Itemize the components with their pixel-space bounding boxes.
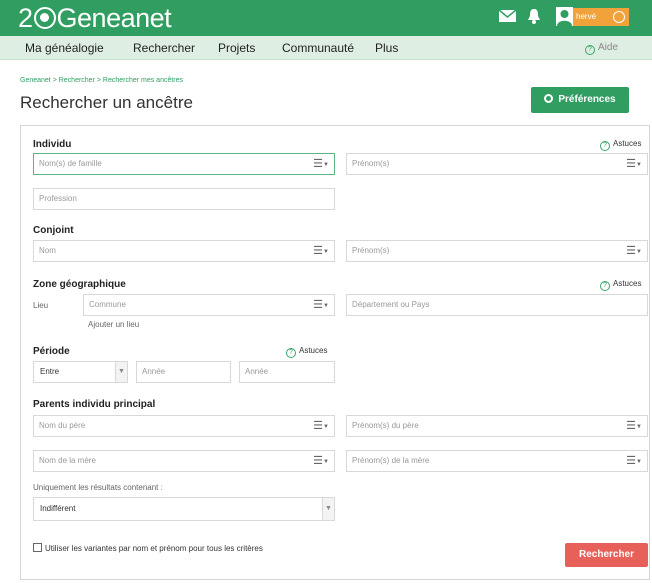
pere-prenom-field[interactable]: Prénom(s) du père ☰▼ xyxy=(346,415,648,437)
list-menu-icon[interactable]: ☰▼ xyxy=(621,154,647,174)
list-menu-icon[interactable]: ☰▼ xyxy=(621,241,647,261)
departement-field[interactable]: Département ou Pays xyxy=(346,294,648,316)
menu-item-genealogie[interactable]: Ma généalogie xyxy=(25,41,104,55)
section-conjoint: Conjoint xyxy=(33,225,74,236)
list-menu-icon[interactable]: ☰▼ xyxy=(308,451,334,471)
help-icon: ? xyxy=(600,141,610,151)
pere-nom-field[interactable]: Nom du père ☰▼ xyxy=(33,415,335,437)
conjoint-nom-field[interactable]: Nom ☰▼ xyxy=(33,240,335,262)
help-icon: ? xyxy=(600,281,610,291)
section-periode: Période xyxy=(33,346,70,357)
astuces-zone-link[interactable]: ? Astuces xyxy=(600,279,641,291)
section-parents: Parents individu principal xyxy=(33,399,156,410)
lieu-label: Lieu xyxy=(33,301,49,310)
chevron-down-icon[interactable]: ▼ xyxy=(115,362,127,382)
main-menu: Ma généalogie Rechercher Projets Communa… xyxy=(0,36,652,60)
chevron-down-icon[interactable]: ▼ xyxy=(322,498,334,520)
list-menu-icon[interactable]: ☰▼ xyxy=(308,154,334,174)
logo-at-icon xyxy=(33,7,56,29)
list-menu-icon[interactable]: ☰▼ xyxy=(308,295,334,315)
commune-field[interactable]: Commune ☰▼ xyxy=(83,294,335,316)
user-name: hervé xyxy=(576,12,597,21)
section-zone: Zone géographique xyxy=(33,279,126,290)
menu-item-plus[interactable]: Plus xyxy=(375,41,398,55)
user-badge[interactable]: hervé xyxy=(573,8,629,26)
mere-nom-field[interactable]: Nom de la mère ☰▼ xyxy=(33,450,335,472)
annee-fin-field[interactable]: Année xyxy=(239,361,335,383)
breadcrumb[interactable]: Geneanet > Rechercher > Rechercher mes a… xyxy=(20,77,183,84)
prenom-field[interactable]: Prénom(s) ☰▼ xyxy=(346,153,648,175)
gear-icon xyxy=(544,94,554,103)
mail-icon[interactable] xyxy=(499,10,516,22)
rechercher-button[interactable]: Rechercher xyxy=(565,543,648,567)
avatar[interactable] xyxy=(556,7,573,26)
page-title: Rechercher un ancêtre xyxy=(20,93,193,112)
list-menu-icon[interactable]: ☰▼ xyxy=(621,416,647,436)
astuces-individu-link[interactable]: ? Astuces xyxy=(600,139,641,151)
list-menu-icon[interactable]: ☰▼ xyxy=(308,416,334,436)
variantes-option[interactable]: Utiliser les variantes par nom et prénom… xyxy=(33,543,263,553)
bell-icon[interactable] xyxy=(527,8,541,24)
aide-link[interactable]: ? Aide xyxy=(585,42,618,55)
section-individu: Individu xyxy=(33,139,72,150)
menu-item-rechercher[interactable]: Rechercher xyxy=(133,41,195,55)
help-icon: ? xyxy=(585,45,595,55)
annee-debut-field[interactable]: Année xyxy=(136,361,231,383)
filter-select[interactable]: Indifférent ▼ xyxy=(33,497,335,521)
nom-famille-field[interactable]: Nom(s) de famille ☰▼ xyxy=(33,153,335,175)
list-menu-icon[interactable]: ☰▼ xyxy=(621,451,647,471)
variantes-label: Utiliser les variantes par nom et prénom… xyxy=(45,544,263,553)
preferences-button[interactable]: Préférences xyxy=(531,87,629,113)
top-bar: 2 Geneanet hervé xyxy=(0,0,652,36)
astuces-periode-link[interactable]: ? Astuces xyxy=(286,346,327,358)
list-menu-icon[interactable]: ☰▼ xyxy=(308,241,334,261)
profession-field[interactable]: Profession xyxy=(33,188,335,210)
variantes-checkbox[interactable] xyxy=(33,543,42,552)
geneanet-logo[interactable]: 2 Geneanet xyxy=(18,3,172,33)
help-icon: ? xyxy=(286,348,296,358)
periode-mode-select[interactable]: Entre ▼ xyxy=(33,361,128,383)
menu-item-communaute[interactable]: Communauté xyxy=(282,41,354,55)
menu-item-projets[interactable]: Projets xyxy=(218,41,255,55)
mere-prenom-field[interactable]: Prénom(s) de la mère ☰▼ xyxy=(346,450,648,472)
filter-label: Uniquement les résultats contenant : xyxy=(33,483,163,492)
coin-icon xyxy=(613,11,625,23)
ajouter-lieu-link[interactable]: Ajouter un lieu xyxy=(88,320,139,329)
conjoint-prenom-field[interactable]: Prénom(s) ☰▼ xyxy=(346,240,648,262)
